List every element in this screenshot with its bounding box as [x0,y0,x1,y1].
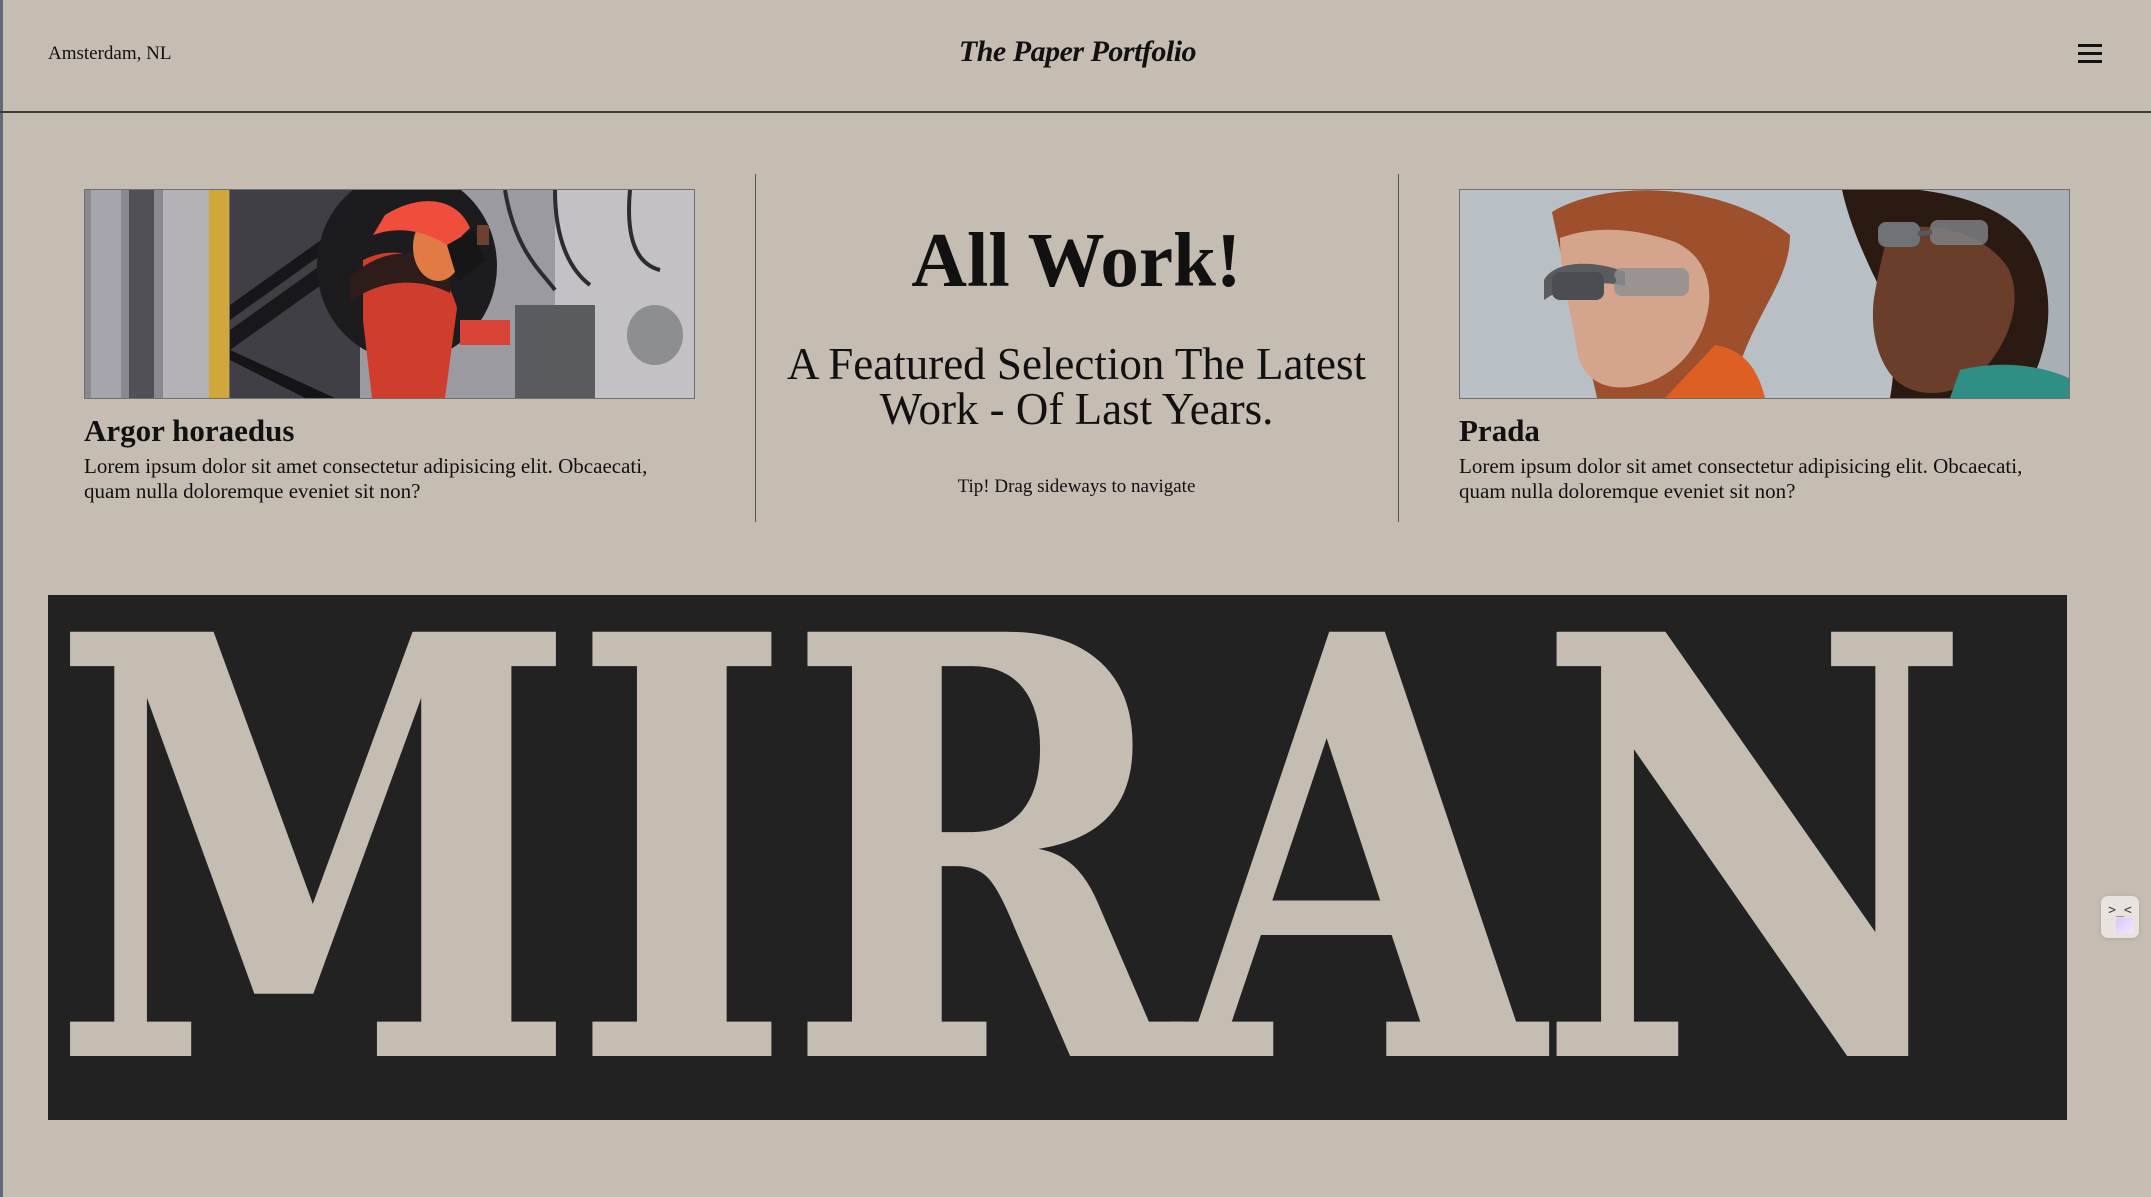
menu-line [2078,52,2102,55]
featured-intro: All Work! A Featured Selection The Lates… [775,214,1378,498]
card-description: Lorem ipsum dolor sit amet consectetur a… [1459,454,2023,503]
banner-word: MIRAN [50,595,1972,1120]
card-description: Lorem ipsum dolor sit amet consectetur a… [84,454,648,503]
portfolio-card-argor[interactable]: Argor horaedus Lorem ipsum dolor sit ame… [84,189,695,504]
industrial-worker-image[interactable] [84,189,695,399]
location-label: Amsterdam, NL [48,43,172,64]
card-title[interactable]: Argor horaedus [84,413,695,449]
featured-title: All Work! [911,217,1242,303]
drag-navigation-tip: Tip! Drag sideways to navigate [957,476,1196,497]
draggable-name-banner[interactable]: MIRAN [48,595,2067,1120]
column-divider-left [755,174,756,522]
menu-line [2078,60,2102,63]
site-logo[interactable]: The Paper Portfolio [850,33,1305,71]
portfolio-card-prada[interactable]: Prada Lorem ipsum dolor sit amet consect… [1459,189,2070,504]
column-divider-right [1398,174,1399,522]
hamburger-menu-icon[interactable] [2074,39,2108,67]
helper-face-icon: >_< [2108,903,2132,918]
window-left-edge [0,0,3,1197]
featured-subtitle: A Featured Selection The Latest Work - O… [786,339,1366,434]
card-title[interactable]: Prada [1459,413,2070,449]
fashion-portrait-image[interactable] [1459,189,2070,399]
menu-line [2078,44,2102,47]
floating-helper-widget[interactable]: >_< [2101,896,2139,938]
site-header: Amsterdam, NL The Paper Portfolio [0,0,2151,113]
helper-color-swatch [2116,918,2134,933]
